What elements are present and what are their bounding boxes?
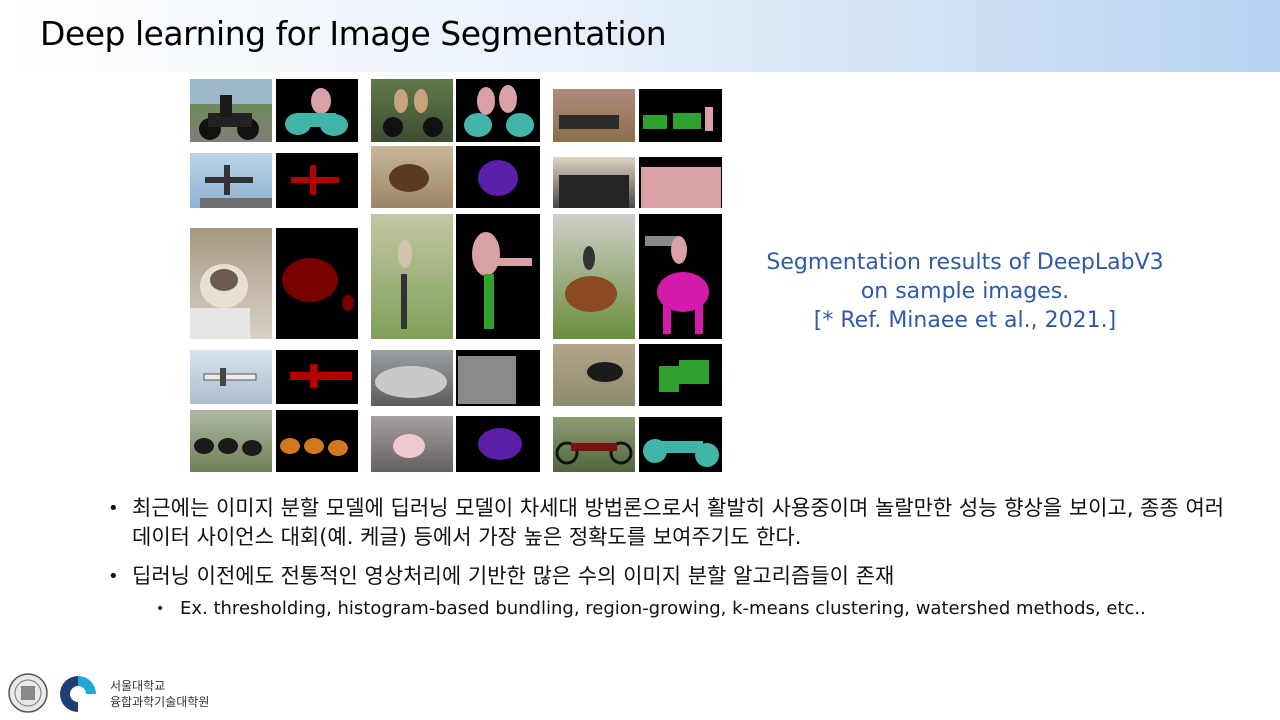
mask-cows-fence xyxy=(639,89,722,142)
sample-photo-bicycle xyxy=(371,214,453,339)
sample-photo-horse xyxy=(553,214,635,339)
snu-emblem-icon xyxy=(8,673,48,713)
mask-motorbike xyxy=(276,79,358,142)
school-name: 서울대학교 융합과학기술대학원 xyxy=(110,678,209,710)
slide-title: Deep learning for Image Segmentation xyxy=(40,14,667,53)
sample-photo-car xyxy=(371,350,453,406)
mask-bicycle xyxy=(456,214,540,339)
school-line: 융합과학기술대학원 xyxy=(110,695,210,709)
sample-photo-airplane-2 xyxy=(190,350,272,404)
bullet-dot: • xyxy=(108,498,119,519)
sub-bullet-dot: • xyxy=(156,601,165,617)
mask-chopper xyxy=(639,417,722,472)
mask-cow-field xyxy=(639,344,722,406)
caption-line: on sample images. xyxy=(860,279,1070,304)
mask-dogs xyxy=(456,146,540,208)
sample-photo-sheep xyxy=(190,410,272,472)
mask-people xyxy=(639,157,722,208)
bullet-list: • 최근에는 이미지 분할 모델에 딥러닝 모델이 차세대 방법론으로서 활발히… xyxy=(108,494,1228,621)
figure-caption: Segmentation results of DeepLabV3 on sam… xyxy=(740,248,1190,335)
sample-photo-cat xyxy=(190,228,272,339)
mask-riders xyxy=(456,79,540,142)
mask-horse xyxy=(639,214,722,339)
mask-cat xyxy=(276,228,358,339)
sub-bullet-item: • Ex. thresholding, histogram-based bund… xyxy=(108,597,1228,621)
sample-photo-chopper xyxy=(553,417,635,472)
sample-photo-motorbike xyxy=(190,79,272,142)
caption-line: [* Ref. Minaee et al., 2021.] xyxy=(813,308,1117,333)
sample-photo-riders xyxy=(371,79,453,142)
mask-airplane xyxy=(276,153,358,208)
bullet-item: • 최근에는 이미지 분할 모델에 딥러닝 모델이 차세대 방법론으로서 활발히… xyxy=(108,494,1228,552)
caption-line: Segmentation results of DeepLabV3 xyxy=(766,250,1164,275)
sample-photo-dogs xyxy=(371,146,453,208)
sample-photo-pig xyxy=(371,416,453,472)
gscst-logo-icon xyxy=(56,672,100,716)
sample-photo-people xyxy=(553,157,635,208)
mask-pig xyxy=(456,416,540,472)
bullet-text: 최근에는 이미지 분할 모델에 딥러닝 모델이 차세대 방법론으로서 활발히 사… xyxy=(132,496,1225,549)
bullet-item: • 딥러닝 이전에도 전통적인 영상처리에 기반한 많은 수의 이미지 분할 알… xyxy=(108,562,1228,591)
mask-airplane-2 xyxy=(276,350,358,404)
sample-photo-cows-fence xyxy=(553,89,635,142)
bullet-dot: • xyxy=(108,566,119,587)
mask-car xyxy=(456,350,540,406)
mask-sheep xyxy=(276,410,358,472)
bullet-text: 딥러닝 이전에도 전통적인 영상처리에 기반한 많은 수의 이미지 분할 알고리… xyxy=(132,564,895,588)
school-line: 서울대학교 xyxy=(110,679,166,693)
sub-bullet-text: Ex. thresholding, histogram-based bundli… xyxy=(180,598,1146,619)
sample-photo-airplane xyxy=(190,153,272,208)
sample-photo-cow-field xyxy=(553,344,635,406)
